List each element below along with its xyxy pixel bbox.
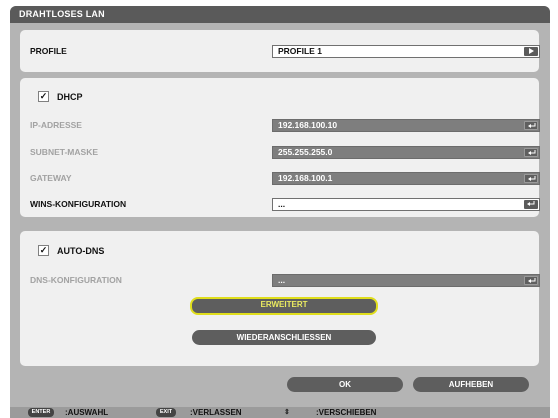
dhcp-panel: ✓ DHCP IP-ADRESSE 192.168.100.10 SUBNET-… [20,78,540,217]
title-bar: DRAHTLOSES LAN [10,6,550,23]
dns-config-value: ... [278,275,286,285]
gateway-enter-button [524,174,538,183]
enter-icon [528,278,536,283]
wins-config-label: WINS-KONFIGURATION [30,199,127,209]
dhcp-label: DHCP [57,92,83,102]
checkmark-icon: ✓ [39,91,48,101]
advanced-button[interactable]: ERWEITERT [190,297,378,315]
gateway-value: 192.168.100.1 [278,173,333,183]
wins-config-value: ... [278,199,286,209]
enter-icon [527,201,535,206]
reconnect-button[interactable]: WIEDERANSCHLIESSEN [192,330,376,345]
profile-next-button[interactable] [524,47,538,56]
exit-key-hint: :VERLASSEN [190,408,242,417]
enter-key-hint: :AUSWAHL [65,408,109,417]
dns-panel: ✓ AUTO-DNS DNS-KONFIGURATION ... ERWEITE… [20,231,540,366]
cancel-button[interactable]: AUFHEBEN [413,377,529,392]
auto-dns-checkbox[interactable]: ✓ [38,245,49,256]
dialog-title: DRAHTLOSES LAN [19,9,105,19]
enter-key-icon: ENTER [28,408,54,417]
enter-icon [528,150,536,155]
ok-button[interactable]: OK [287,377,403,392]
auto-dns-label: AUTO-DNS [57,246,105,256]
ip-address-enter-button [524,121,538,130]
dhcp-checkbox[interactable]: ✓ [38,91,49,102]
exit-key-icon: EXIT [156,408,176,417]
ip-address-field: 192.168.100.10 [272,119,540,132]
profile-panel: PROFILE PROFILE 1 [20,30,540,72]
wins-config-enter-button[interactable] [524,200,538,209]
play-arrow-icon [529,48,534,54]
subnet-mask-value: 255.255.255.0 [278,147,333,157]
profile-select[interactable]: PROFILE 1 [272,45,540,58]
subnet-mask-field: 255.255.255.0 [272,146,540,159]
enter-icon [528,176,536,181]
profile-value: PROFILE 1 [278,46,322,56]
wins-config-field[interactable]: ... [272,198,540,211]
ip-address-label: IP-ADRESSE [30,120,82,130]
checkmark-icon: ✓ [39,245,48,255]
enter-icon [528,123,536,128]
gateway-field: 192.168.100.1 [272,172,540,185]
wireless-lan-dialog: DRAHTLOSES LAN PROFILE PROFILE 1 ✓ DHCP … [10,6,550,418]
subnet-mask-label: SUBNET-MASKE [30,147,99,157]
key-guide-bar: ENTER :AUSWAHL EXIT :VERLASSEN ⇕ :VERSCH… [10,407,550,418]
ip-address-value: 192.168.100.10 [278,120,338,130]
subnet-mask-enter-button [524,148,538,157]
dns-config-enter-button [524,276,538,285]
dns-config-field: ... [272,274,540,287]
profile-label: PROFILE [30,46,67,56]
gateway-label: GATEWAY [30,173,72,183]
up-down-arrow-icon: ⇕ [284,409,290,416]
dns-config-label: DNS-KONFIGURATION [30,275,122,285]
move-key-hint: :VERSCHIEBEN [316,408,377,417]
